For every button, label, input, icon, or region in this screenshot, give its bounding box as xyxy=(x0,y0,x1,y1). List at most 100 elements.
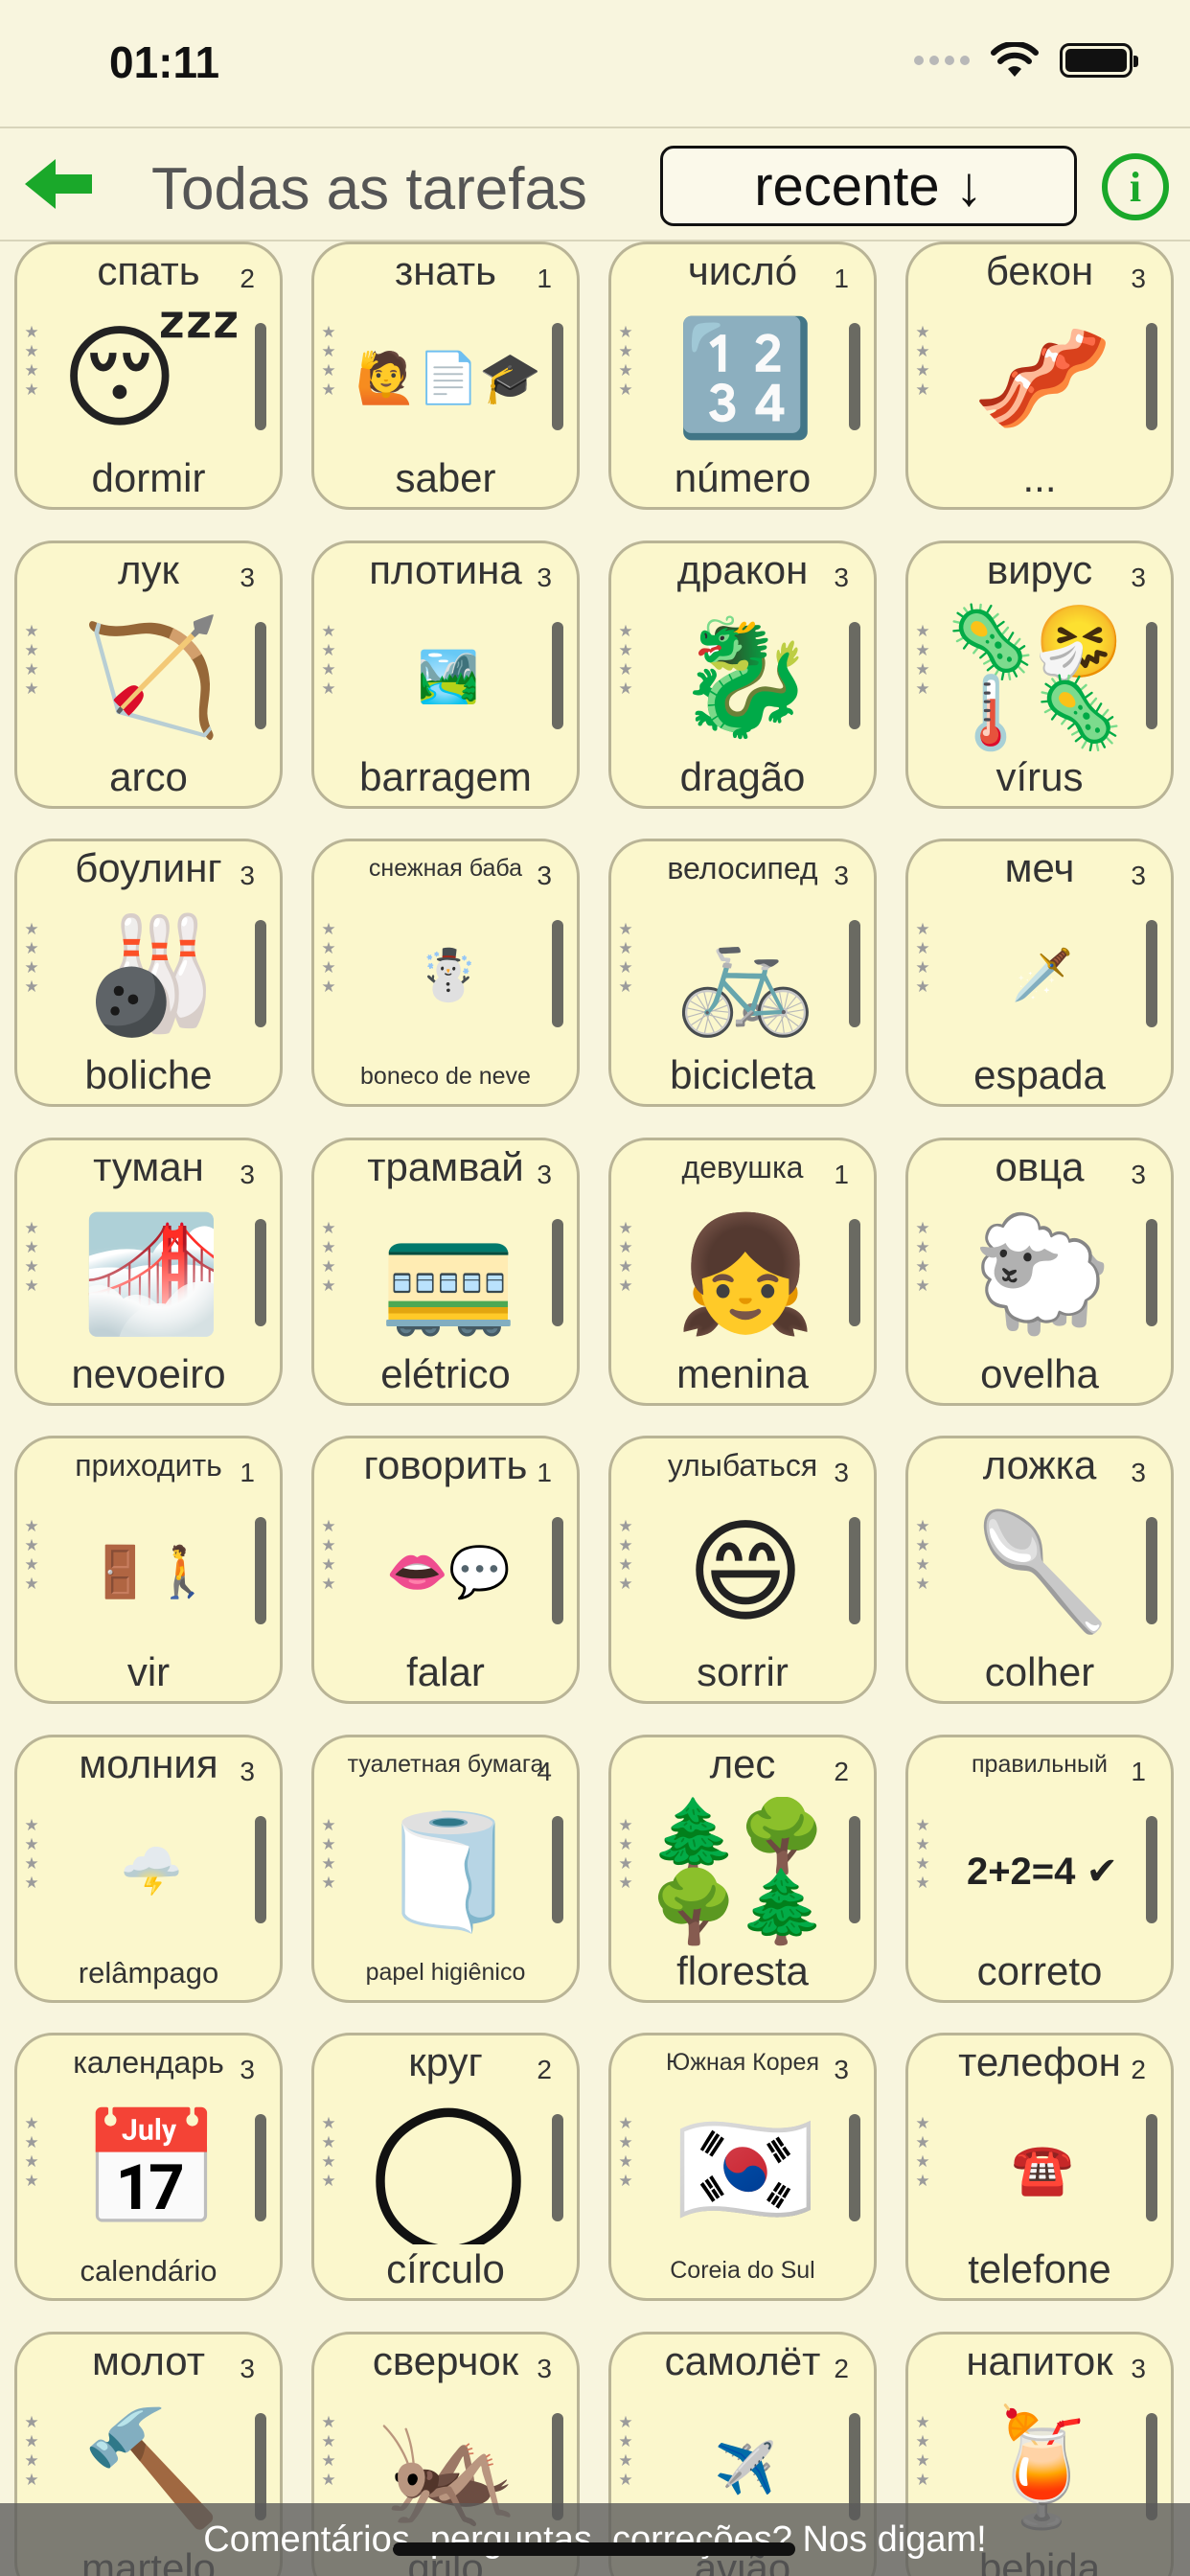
task-card[interactable]: молния 3 ★ ★ ★ ★ 🌩️ relâmpago xyxy=(14,1735,283,2003)
card-count-badge: 3 xyxy=(240,1160,255,1189)
star-rating-icon: ★ ★ ★ ★ xyxy=(915,920,930,996)
card-portuguese-word: elétrico xyxy=(380,1351,511,1396)
card-count-badge: 2 xyxy=(834,1757,849,1786)
card-picture-icon: 🌲🌳🌳🌲 xyxy=(650,1797,827,1946)
card-progress-bar xyxy=(1146,622,1157,729)
task-card[interactable]: овца 3 ★ ★ ★ ★ 🐑 ovelha xyxy=(905,1138,1174,1406)
card-portuguese-word: correto xyxy=(976,1948,1103,1993)
card-progress-bar xyxy=(552,1219,563,1326)
task-card[interactable]: дракон 3 ★ ★ ★ ★ 🐉 dragão xyxy=(608,540,877,809)
card-picture-icon: 🚃 xyxy=(378,1211,519,1338)
task-card[interactable]: спать 2 ★ ★ ★ ★ 😴 dormir xyxy=(14,242,283,510)
card-picture-icon: 🌩️ xyxy=(120,1844,183,1899)
back-arrow-icon[interactable] xyxy=(23,155,94,213)
card-progress-bar xyxy=(255,1219,266,1326)
card-count-badge: 2 xyxy=(537,2055,552,2084)
task-card[interactable]: девушка 1 ★ ★ ★ ★ 👧 menina xyxy=(608,1138,877,1406)
card-picture-icon: 🏞️ xyxy=(417,650,480,705)
card-progress-bar xyxy=(552,920,563,1027)
task-card[interactable]: туалетная бумага 4 ★ ★ ★ ★ 🧻 papel higiênico xyxy=(311,1735,580,2003)
card-progress-bar xyxy=(255,1517,266,1624)
task-card[interactable]: правильный 1 ★ ★ ★ ★ 2+2=4 ✔ correto xyxy=(905,1735,1174,2003)
info-icon[interactable]: i xyxy=(1102,153,1169,220)
star-rating-icon: ★ ★ ★ ★ xyxy=(321,2114,336,2190)
card-count-badge: 3 xyxy=(537,1160,552,1189)
card-picture-icon: 2+2=4 ✔ xyxy=(966,1851,1119,1893)
task-card[interactable]: туман 3 ★ ★ ★ ★ 🌁 nevoeiro xyxy=(14,1138,283,1406)
card-picture-icon: 😄 xyxy=(686,1509,805,1636)
card-progress-bar xyxy=(255,622,266,729)
card-picture-icon: 🚪🚶 xyxy=(89,1545,214,1600)
card-picture-icon: 🏹 xyxy=(80,614,222,741)
cellular-signal-icon xyxy=(914,56,970,65)
task-card[interactable]: календарь 3 ★ ★ ★ ★ 📅 calendário xyxy=(14,2033,283,2301)
card-portuguese-word: telefone xyxy=(968,2246,1111,2291)
feedback-banner[interactable]: Comentários, perguntas, correções? Nos d… xyxy=(0,2503,1190,2576)
card-count-badge: 3 xyxy=(834,2055,849,2084)
status-time: 01:11 xyxy=(109,37,220,87)
task-card[interactable]: телефон 2 ★ ★ ★ ★ ☎️ telefone xyxy=(905,2033,1174,2301)
task-card[interactable]: ложка 3 ★ ★ ★ ★ 🥄 colher xyxy=(905,1436,1174,1704)
card-portuguese-word: vir xyxy=(126,1649,171,1694)
card-picture-icon: 📅 xyxy=(80,2106,222,2233)
card-picture-icon: 🐑 xyxy=(972,1211,1113,1338)
home-indicator xyxy=(393,2542,795,2556)
task-card[interactable]: плотина 3 ★ ★ ★ ★ 🏞️ barragem xyxy=(311,540,580,809)
task-card[interactable]: бекон 3 ★ ★ ★ ★ 🥓... xyxy=(905,242,1174,510)
task-card[interactable]: снежная баба 3 ★ ★ ★ ★ ☃️ boneco de neve xyxy=(311,839,580,1107)
card-portuguese-word: falar xyxy=(406,1649,485,1694)
card-portuguese-word: boneco de neve xyxy=(360,1063,531,1090)
star-rating-icon: ★ ★ ★ ★ xyxy=(915,622,930,698)
card-portuguese-word: Coreia do Sul xyxy=(670,2257,815,2284)
star-rating-icon: ★ ★ ★ ★ xyxy=(24,2413,39,2489)
task-card[interactable]: меч 3 ★ ★ ★ ★ 🗡️ espada xyxy=(905,839,1174,1107)
task-card[interactable]: боулинг 3 ★ ★ ★ ★ 🎳 boliche xyxy=(14,839,283,1107)
card-portuguese-word: bicicleta xyxy=(670,1052,815,1097)
card-count-badge: 3 xyxy=(1131,1458,1146,1487)
star-rating-icon: ★ ★ ★ ★ xyxy=(24,1517,39,1593)
card-progress-bar xyxy=(1146,1816,1157,1923)
task-card[interactable]: велосипед 3 ★ ★ ★ ★ 🚲 bicicleta xyxy=(608,839,877,1107)
card-progress-bar xyxy=(552,1517,563,1624)
card-count-badge: 3 xyxy=(240,861,255,890)
status-icons xyxy=(914,42,1138,79)
star-rating-icon: ★ ★ ★ ★ xyxy=(618,1816,633,1892)
task-card[interactable]: приходить 1 ★ ★ ★ ★ 🚪🚶 vir xyxy=(14,1436,283,1704)
task-card[interactable]: лук 3 ★ ★ ★ ★ 🏹 arco xyxy=(14,540,283,809)
card-progress-bar xyxy=(255,1816,266,1923)
star-rating-icon: ★ ★ ★ ★ xyxy=(618,920,633,996)
star-rating-icon: ★ ★ ★ ★ xyxy=(915,1219,930,1295)
card-portuguese-word: ovelha xyxy=(980,1351,1099,1396)
card-portuguese-word: número xyxy=(674,455,812,500)
card-picture-icon: 👧 xyxy=(675,1211,816,1338)
card-portuguese-word: papel higiênico xyxy=(365,1959,526,1986)
card-progress-bar xyxy=(1146,323,1157,430)
card-portuguese-word: relâmpago xyxy=(78,1956,219,1990)
card-progress-bar xyxy=(255,920,266,1027)
card-progress-bar xyxy=(849,2114,860,2221)
star-rating-icon: ★ ★ ★ ★ xyxy=(321,1219,336,1295)
task-card[interactable]: говорить 1 ★ ★ ★ ★ 👄💬 falar xyxy=(311,1436,580,1704)
star-rating-icon: ★ ★ ★ ★ xyxy=(915,1517,930,1593)
battery-icon xyxy=(1060,43,1138,78)
task-card[interactable]: Южная Корея 3 ★ ★ ★ ★ 🇰🇷 Coreia do Sul xyxy=(608,2033,877,2301)
task-card[interactable]: вирус 3 ★ ★ ★ ★ 🦠🤧🌡️🦠 vírus xyxy=(905,540,1174,809)
header: Todas as tarefas recente ↓ i xyxy=(0,126,1190,242)
card-portuguese-word: colher xyxy=(984,1649,1095,1694)
task-card[interactable]: лес 2 ★ ★ ★ ★ 🌲🌳🌳🌲 floresta xyxy=(608,1735,877,2003)
star-rating-icon: ★ ★ ★ ★ xyxy=(618,1219,633,1295)
card-picture-icon: 🥄 xyxy=(972,1509,1113,1636)
task-card[interactable]: трамвай 3 ★ ★ ★ ★ 🚃 elétrico xyxy=(311,1138,580,1406)
card-portuguese-word: vírus xyxy=(995,754,1084,799)
card-picture-icon: 🗡️ xyxy=(1011,948,1074,1003)
task-card[interactable]: улыбаться 3 ★ ★ ★ ★ 😄 sorrir xyxy=(608,1436,877,1704)
card-picture-icon: 🚲 xyxy=(675,912,816,1039)
sort-order-select[interactable]: recente ↓ xyxy=(660,146,1077,226)
card-progress-bar xyxy=(552,323,563,430)
card-picture-icon: 🙋📄🎓 xyxy=(355,351,542,406)
task-card[interactable]: числó 1 ★ ★ ★ ★ 🔢 número xyxy=(608,242,877,510)
card-count-badge: 1 xyxy=(537,1458,552,1487)
star-rating-icon: ★ ★ ★ ★ xyxy=(618,323,633,399)
task-card[interactable]: знать 1 ★ ★ ★ ★ 🙋📄🎓 saber xyxy=(311,242,580,510)
task-card[interactable]: круг 2 ★ ★ ★ ★ ◯ círculo xyxy=(311,2033,580,2301)
